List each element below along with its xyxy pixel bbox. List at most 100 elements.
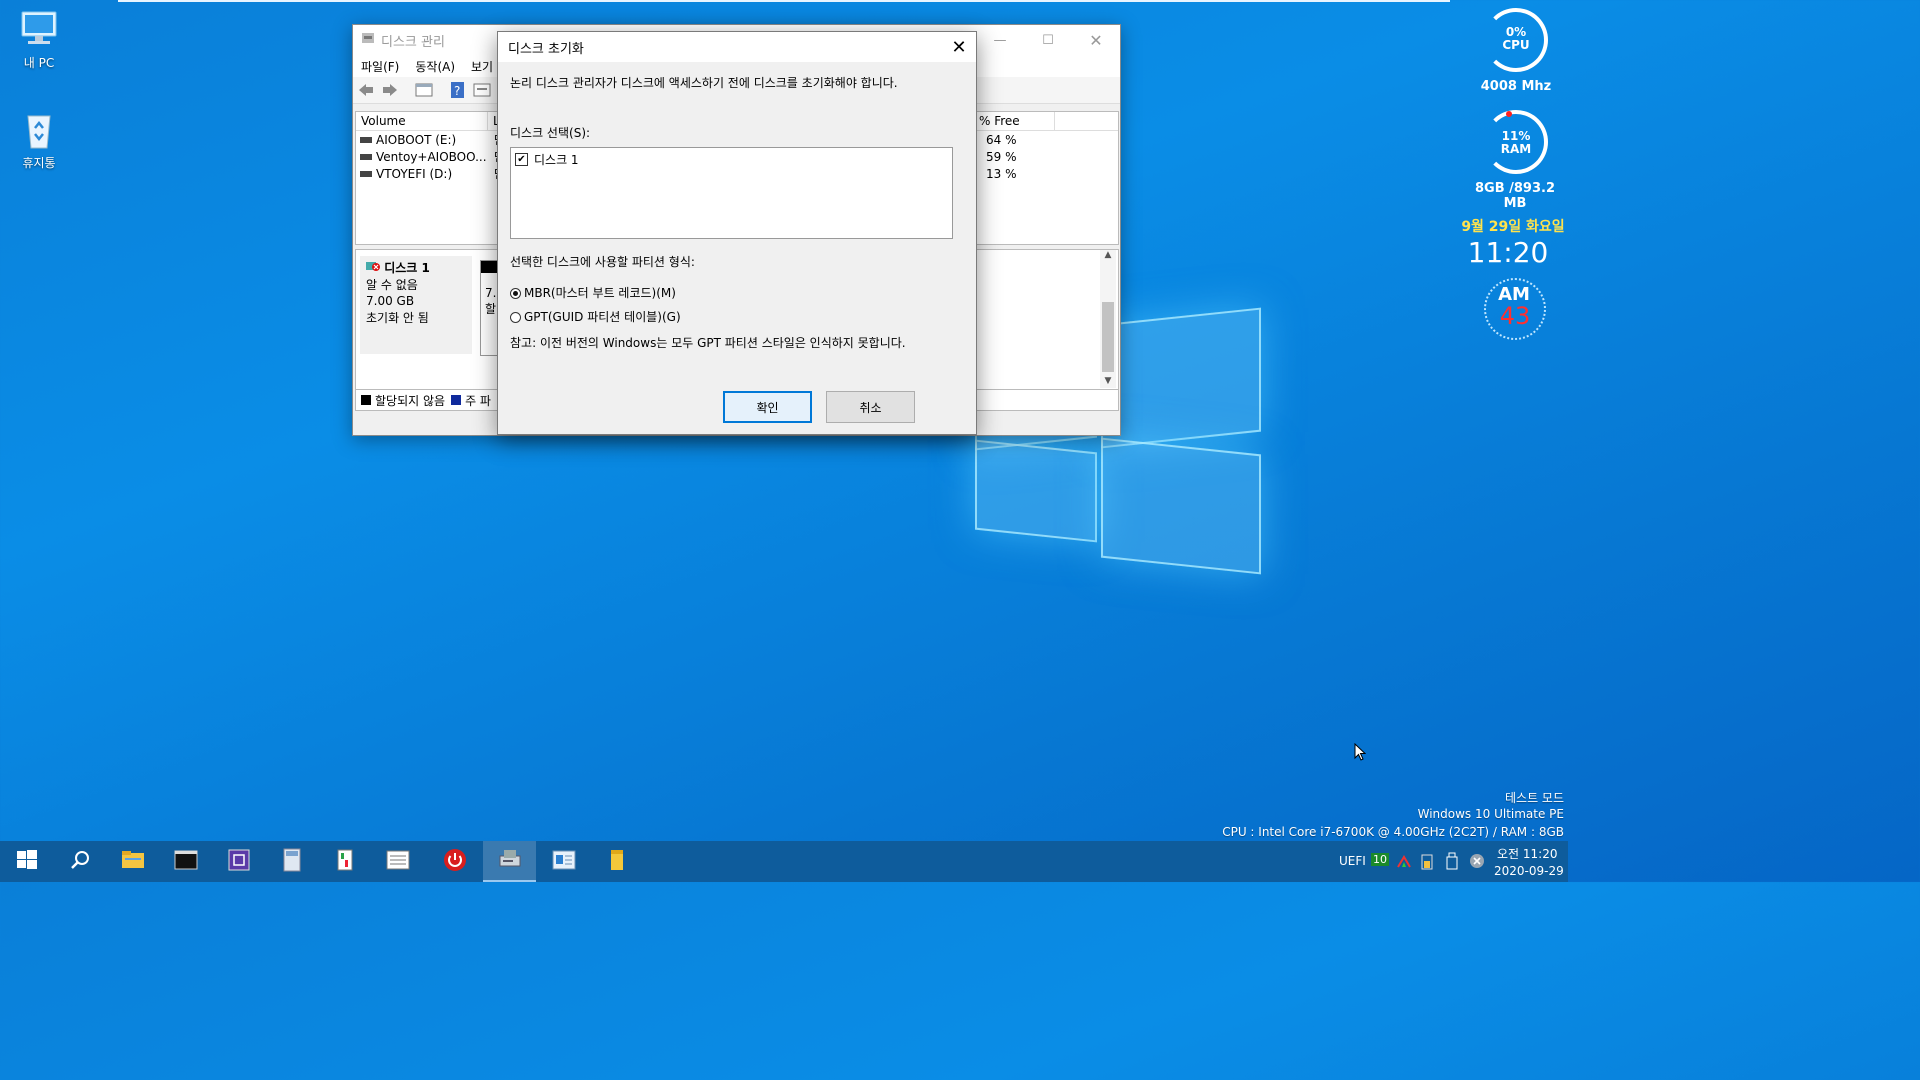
dialog-titlebar[interactable]: 디스크 초기화 ✕: [498, 32, 976, 62]
minimize-icon[interactable]: —: [976, 33, 1024, 48]
taskbar-notes[interactable]: [590, 841, 643, 882]
menu-file[interactable]: 파일(F): [353, 58, 407, 75]
mbr-option[interactable]: MBR(마스터 부트 레코드)(M): [510, 284, 676, 301]
taskbar-disk-management[interactable]: [483, 841, 536, 882]
cancel-button[interactable]: 취소: [826, 391, 915, 423]
disk-error-icon: [366, 261, 380, 275]
tray-time[interactable]: 오전 11:20: [1497, 845, 1557, 862]
partition-style-label: 선택한 디스크에 사용할 파티션 형식:: [510, 255, 695, 269]
mbr-label: MBR(마스터 부트 레코드)(M): [524, 286, 676, 300]
dialog-description: 논리 디스크 관리자가 디스크에 액세스하기 전에 디스크를 초기화해야 합니다…: [510, 76, 898, 90]
power-icon: [443, 848, 467, 875]
column-volume[interactable]: Volume: [356, 112, 488, 130]
taskbar-cpu-tool[interactable]: [212, 841, 265, 882]
window-close-icon[interactable]: ✕: [1072, 31, 1120, 50]
seconds-dial: AM 43: [1484, 278, 1548, 342]
search-icon: [69, 849, 91, 874]
desktop-icon-label: 휴지통: [22, 156, 56, 170]
disk-select-item[interactable]: ✔ 디스크 1: [511, 148, 952, 171]
cpu-label: CPU: [1502, 38, 1530, 52]
partition-tool-icon: [334, 848, 356, 875]
mouse-cursor-icon: [1354, 742, 1367, 764]
taskbar-system-info[interactable]: [537, 841, 590, 882]
menu-view[interactable]: 보기: [463, 58, 501, 75]
drive-icon: [360, 133, 372, 147]
taskbar-search[interactable]: [53, 841, 106, 882]
scroll-down-icon[interactable]: ▼: [1100, 376, 1116, 386]
desktop-icon-recycle-bin[interactable]: 휴지통: [4, 108, 74, 171]
terminal-icon: [174, 850, 198, 873]
disk-type: 알 수 없음: [366, 277, 418, 292]
gadget-date: 9월 29일 화요일: [1461, 219, 1565, 235]
cpu-gauge: 0% CPU: [1484, 8, 1548, 72]
taskbar-calculator[interactable]: [265, 841, 318, 882]
tray-badge[interactable]: 10: [1371, 853, 1389, 866]
battery-icon[interactable]: [1420, 852, 1434, 873]
taskbar-command-prompt[interactable]: [159, 841, 212, 882]
disk-select-item-label: 디스크 1: [534, 153, 579, 167]
network-icon[interactable]: [1396, 853, 1412, 872]
dialog-close-icon[interactable]: ✕: [942, 32, 976, 62]
ok-button[interactable]: 확인: [723, 391, 812, 423]
back-arrow-icon[interactable]: [357, 82, 375, 98]
disk-name: 디스크 1: [384, 261, 430, 275]
taskbar-task-manager[interactable]: [371, 841, 424, 882]
tray-date[interactable]: 2020-09-29: [1494, 864, 1564, 878]
legend-unallocated-swatch: [361, 395, 371, 405]
taskbar: UEFI 10 오전 11:20 2020-09-29: [0, 841, 1568, 882]
cpu-speed: 4008 Mhz: [1480, 79, 1552, 94]
mbr-radio[interactable]: [510, 288, 521, 299]
disk-info-panel[interactable]: 디스크 1 알 수 없음 7.00 GB 초기화 안 됨: [360, 256, 472, 354]
maximize-icon[interactable]: ☐: [1024, 33, 1072, 48]
usb-drive-icon[interactable]: [1445, 852, 1459, 873]
folder-icon: [121, 850, 145, 873]
legend-unallocated: 할당되지 않음: [375, 393, 446, 408]
console-tree-icon[interactable]: [415, 82, 433, 98]
taskbar-power[interactable]: [428, 841, 481, 882]
gpt-radio[interactable]: [510, 312, 521, 323]
gpt-label: GPT(GUID 파티션 테이블)(G): [524, 310, 681, 324]
ram-info: 8GB /893.2 MB: [1474, 181, 1556, 211]
windows-start-icon: [16, 850, 37, 873]
properties-icon[interactable]: [473, 82, 491, 98]
volume-free: 64 %: [986, 132, 1017, 147]
initialize-disk-dialog: 디스크 초기화 ✕ 논리 디스크 관리자가 디스크에 액세스하기 전에 디스크를…: [497, 31, 977, 435]
cpu-chip-icon: [227, 848, 251, 875]
system-info-icon: [552, 850, 576, 873]
list-window-icon: [386, 850, 410, 873]
legend-primary-swatch: [451, 395, 462, 405]
column-free[interactable]: % Free: [974, 112, 1055, 130]
vertical-scrollbar[interactable]: ▲ ▼: [1100, 250, 1116, 388]
top-edge-line: [118, 0, 1450, 2]
gpt-option[interactable]: GPT(GUID 파티션 테이블)(G): [510, 308, 681, 325]
menu-action[interactable]: 동작(A): [407, 58, 463, 75]
legend-primary: 주 파: [465, 393, 491, 408]
dialog-note: 참고: 이전 버전의 Windows는 모두 GPT 파티션 스타일은 인식하지…: [510, 336, 906, 350]
volume-name: VTOYEFI (D:): [376, 166, 453, 181]
checkbox-checked[interactable]: ✔: [515, 153, 528, 166]
computer-icon: [18, 8, 60, 50]
scroll-up-icon[interactable]: ▲: [1100, 250, 1116, 260]
taskbar-file-explorer[interactable]: [106, 841, 159, 882]
watermark-os: Windows 10 Ultimate PE: [1417, 807, 1564, 821]
start-button[interactable]: [0, 841, 53, 882]
gadget-time: 11:20: [1467, 236, 1549, 269]
scroll-thumb[interactable]: [1102, 302, 1114, 372]
tray-uefi: UEFI: [1339, 854, 1366, 868]
disk-management-app-icon: [361, 31, 375, 49]
desktop-icon-this-pc[interactable]: 내 PC: [4, 8, 74, 71]
disk-size: 7.00 GB: [366, 294, 415, 308]
drive-icon: [360, 167, 372, 181]
forward-arrow-icon[interactable]: [381, 82, 399, 98]
taskbar-partition-tool[interactable]: [318, 841, 371, 882]
help-icon[interactable]: ?: [449, 82, 467, 98]
circle-x-icon[interactable]: [1468, 852, 1486, 873]
disk-management-icon: [498, 848, 522, 873]
watermark-cpu: CPU : Intel Core i7-6700K @ 4.00GHz (2C2…: [1222, 825, 1564, 839]
ram-gauge: 11% RAM: [1484, 110, 1548, 174]
volume-name: AIOBOOT (E:): [376, 132, 457, 147]
recycle-bin-icon: [18, 108, 60, 150]
window-title: 디스크 관리: [381, 34, 445, 50]
drive-icon: [360, 150, 372, 164]
disk-status: 초기화 안 됨: [366, 310, 429, 325]
